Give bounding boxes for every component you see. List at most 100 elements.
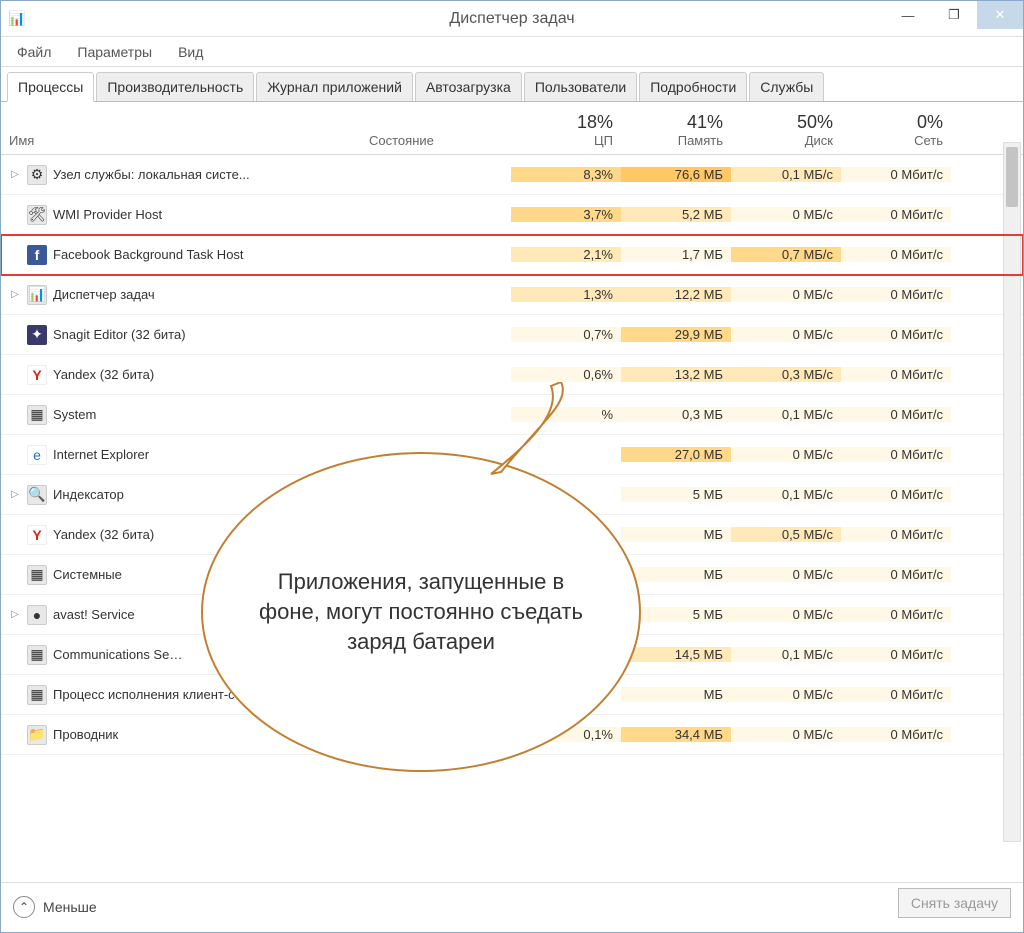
disk-value: 0 МБ/с xyxy=(731,447,841,462)
col-network[interactable]: 0% Сеть xyxy=(841,102,951,154)
process-icon: 🛠 xyxy=(27,205,47,225)
network-value: 0 Мбит/с xyxy=(841,287,951,302)
network-value: 0 Мбит/с xyxy=(841,607,951,622)
maximize-button[interactable]: ❐ xyxy=(931,1,977,29)
disk-value: 0,1 МБ/с xyxy=(731,167,841,182)
table-header: Имя Состояние 18% ЦП 41% Память 50% Диск… xyxy=(1,102,1023,155)
table-row[interactable]: ▷📊Диспетчер задач1,3%12,2 МБ0 МБ/с0 Мбит… xyxy=(1,275,1023,315)
disk-value: 0,1 МБ/с xyxy=(731,647,841,662)
col-disk[interactable]: 50% Диск xyxy=(731,102,841,154)
network-value: 0 Мбит/с xyxy=(841,727,951,742)
end-task-button[interactable]: Снять задачу xyxy=(898,888,1011,918)
process-name: Internet Explorer xyxy=(53,447,149,462)
process-icon: ✦ xyxy=(27,325,47,345)
tab-0[interactable]: Процессы xyxy=(7,72,94,102)
process-icon: f xyxy=(27,245,47,265)
scroll-thumb[interactable] xyxy=(1006,147,1018,207)
expand-toggle[interactable]: ▷ xyxy=(9,489,21,500)
footer: ⌃ Меньше Снять задачу xyxy=(1,882,1023,926)
close-button[interactable]: ✕ xyxy=(977,1,1023,29)
chevron-up-icon: ⌃ xyxy=(13,896,35,918)
memory-value: 34,4 МБ xyxy=(621,727,731,742)
memory-value: 76,6 МБ xyxy=(621,167,731,182)
process-name: WMI Provider Host xyxy=(53,207,162,222)
cpu-value: 0,6% xyxy=(511,367,621,382)
menubar: Файл Параметры Вид xyxy=(1,37,1023,67)
menu-options[interactable]: Параметры xyxy=(71,40,158,64)
memory-value: 12,2 МБ xyxy=(621,287,731,302)
minimize-button[interactable]: — xyxy=(885,1,931,29)
cpu-value: 0,7% xyxy=(511,327,621,342)
process-name: Yandex (32 бита) xyxy=(53,527,154,542)
table-row[interactable]: ▷●avast! Service5 МБ0 МБ/с0 Мбит/с xyxy=(1,595,1023,635)
table-row[interactable]: YYandex (32 бита)0,6%13,2 МБ0,3 МБ/с0 Мб… xyxy=(1,355,1023,395)
disk-value: 0 МБ/с xyxy=(731,727,841,742)
col-state[interactable]: Состояние xyxy=(361,102,511,154)
cpu-value: 8,3% xyxy=(511,167,621,182)
process-icon: ▦ xyxy=(27,405,47,425)
tab-6[interactable]: Службы xyxy=(749,72,824,101)
menu-view[interactable]: Вид xyxy=(172,40,209,64)
table-row[interactable]: ▦Процесс исполнения клиент-с…МБ0 МБ/с0 М… xyxy=(1,675,1023,715)
table-row[interactable]: ▦System%0,3 МБ0,1 МБ/с0 Мбит/с xyxy=(1,395,1023,435)
disk-value: 0 МБ/с xyxy=(731,287,841,302)
disk-value: 0,7 МБ/с xyxy=(731,247,841,262)
tab-1[interactable]: Производительность xyxy=(96,72,254,101)
process-icon: e xyxy=(27,445,47,465)
memory-value: 13,2 МБ xyxy=(621,367,731,382)
table-row[interactable]: fFacebook Background Task Host2,1%1,7 МБ… xyxy=(1,235,1023,275)
expand-toggle[interactable]: ▷ xyxy=(9,169,21,180)
process-name: Communications Se… xyxy=(53,647,182,662)
process-name: Процесс исполнения клиент-с… xyxy=(53,687,248,702)
table-row[interactable]: ✦Snagit Editor (32 бита)0,7%29,9 МБ0 МБ/… xyxy=(1,315,1023,355)
table-row[interactable]: ▷🔍Индексатор5 МБ0,1 МБ/с0 Мбит/с xyxy=(1,475,1023,515)
col-memory[interactable]: 41% Память xyxy=(621,102,731,154)
process-icon: Y xyxy=(27,525,47,545)
tab-4[interactable]: Пользователи xyxy=(524,72,637,101)
disk-value: 0,1 МБ/с xyxy=(731,487,841,502)
table-row[interactable]: ▷ ⚙ Узел службы: локальная систе... 8,3%76,… xyxy=(1,155,1023,195)
process-name: Узел службы: локальная систе... xyxy=(53,167,250,182)
network-value: 0 Мбит/с xyxy=(841,247,951,262)
table-row[interactable]: ▦Communications Se…14,5 МБ0,1 МБ/с0 Мбит… xyxy=(1,635,1023,675)
tab-2[interactable]: Журнал приложений xyxy=(256,72,413,101)
process-name: Диспетчер задач xyxy=(53,287,155,302)
disk-value: 0,5 МБ/с xyxy=(731,527,841,542)
network-value: 0 Мбит/с xyxy=(841,327,951,342)
process-icon: 📊 xyxy=(27,285,47,305)
menu-file[interactable]: Файл xyxy=(11,40,57,64)
process-name: Facebook Background Task Host xyxy=(53,247,244,262)
process-name: System xyxy=(53,407,96,422)
process-icon: ▦ xyxy=(27,645,47,665)
disk-value: 0 МБ/с xyxy=(731,567,841,582)
col-cpu[interactable]: 18% ЦП xyxy=(511,102,621,154)
process-icon: ▦ xyxy=(27,565,47,585)
cpu-value: % xyxy=(511,407,621,422)
col-name[interactable]: Имя xyxy=(1,102,361,154)
disk-value: 0 МБ/с xyxy=(731,607,841,622)
network-value: 0 Мбит/с xyxy=(841,447,951,462)
process-name: Проводник xyxy=(53,727,118,742)
table-row[interactable]: Y Yandex (32 бита) МБ0,5 МБ/с0 Мбит/с xyxy=(1,515,1023,555)
memory-value: МБ xyxy=(621,567,731,582)
fewer-details-button[interactable]: ⌃ Меньше xyxy=(13,896,97,918)
process-icon: 📁 xyxy=(27,725,47,745)
memory-value: МБ xyxy=(621,527,731,542)
network-value: 0 Мбит/с xyxy=(841,367,951,382)
table-row[interactable]: eInternet Explorer27,0 МБ0 МБ/с0 Мбит/с xyxy=(1,435,1023,475)
network-value: 0 Мбит/с xyxy=(841,527,951,542)
expand-toggle[interactable]: ▷ xyxy=(9,609,21,620)
disk-value: 0 МБ/с xyxy=(731,687,841,702)
process-icon: ● xyxy=(27,605,47,625)
table-row[interactable]: 📁 Проводник 0,1%34,4 МБ0 МБ/с0 Мбит/с xyxy=(1,715,1023,755)
process-name: Yandex (32 бита) xyxy=(53,367,154,382)
table-row[interactable]: 🛠WMI Provider Host3,7%5,2 МБ0 МБ/с0 Мбит… xyxy=(1,195,1023,235)
cpu-value: 0,1% xyxy=(511,727,621,742)
table-row[interactable]: ▦СистемныеМБ0 МБ/с0 Мбит/с xyxy=(1,555,1023,595)
cpu-value: 2,1% xyxy=(511,247,621,262)
expand-toggle[interactable]: ▷ xyxy=(9,289,21,300)
process-icon: ⚙ xyxy=(27,165,47,185)
tab-3[interactable]: Автозагрузка xyxy=(415,72,522,101)
tab-5[interactable]: Подробности xyxy=(639,72,747,101)
network-value: 0 Мбит/с xyxy=(841,207,951,222)
